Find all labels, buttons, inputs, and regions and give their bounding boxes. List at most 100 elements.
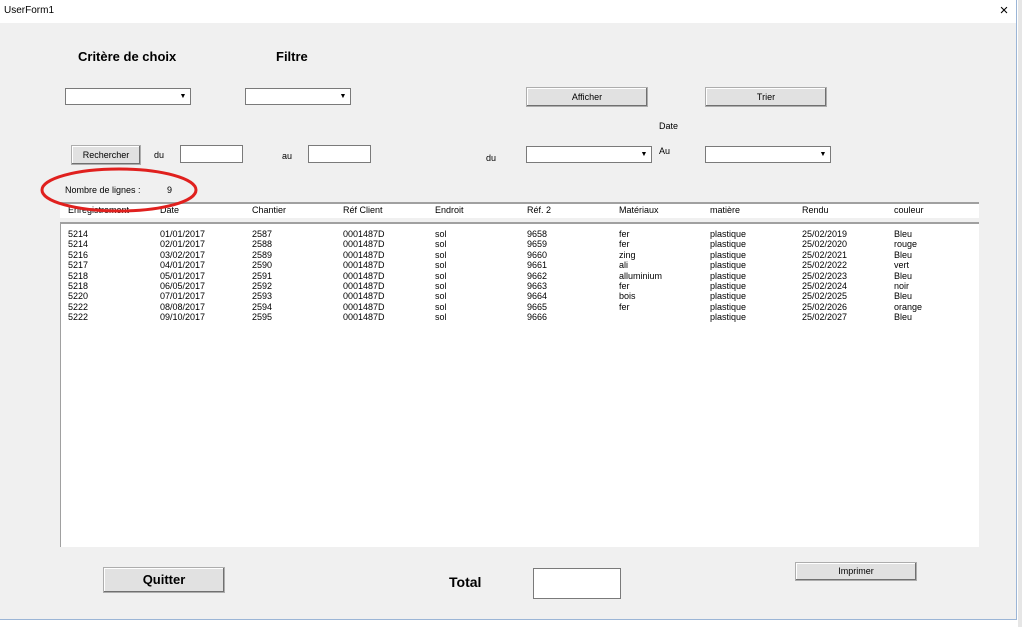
table-row[interactable]: 5222 09/10/2017 2595 0001487D sol 9666 plastiq… xyxy=(61,312,979,322)
critere-combo[interactable]: ▼ xyxy=(65,88,191,105)
table-cell: 5220 xyxy=(68,291,89,302)
table-cell: sol xyxy=(435,281,447,291)
date-du-combo[interactable]: ▼ xyxy=(526,146,652,163)
table-cell: sol xyxy=(435,249,447,260)
table-cell: 5214 xyxy=(68,229,89,239)
total-textbox[interactable] xyxy=(533,568,621,599)
table-cell: 25/02/2022 xyxy=(802,260,848,271)
table-cell: 06/05/2017 xyxy=(160,281,206,291)
table-cell: 25/02/2023 xyxy=(802,270,848,281)
background-app-strip xyxy=(1018,0,1022,627)
filtre-combo[interactable]: ▼ xyxy=(245,88,351,105)
column-header[interactable]: Endroit xyxy=(435,205,464,215)
table-cell: plastique xyxy=(710,291,747,302)
table-cell: 2589 xyxy=(252,249,273,260)
table-cell: alluminium xyxy=(619,270,663,281)
column-header[interactable]: couleur xyxy=(894,205,924,215)
table-cell: 2590 xyxy=(252,260,273,271)
table-cell: 0001487D xyxy=(343,312,385,323)
table-cell: ali xyxy=(619,260,629,271)
du-label: du xyxy=(154,150,165,160)
table-cell: vert xyxy=(894,260,910,271)
table-cell: Bleu xyxy=(894,249,913,260)
table-cell: 0001487D xyxy=(343,249,385,260)
table-row[interactable]: 5214 02/01/2017 2588 0001487D sol 9659 fer plas… xyxy=(61,239,979,249)
table-cell: Bleu xyxy=(894,312,913,323)
table-cell: 2591 xyxy=(252,270,273,281)
table-cell: 08/08/2017 xyxy=(160,301,206,312)
table-cell: 25/02/2025 xyxy=(802,291,848,302)
column-header[interactable]: Matériaux xyxy=(619,205,659,215)
date-label: Date xyxy=(659,121,679,131)
table-cell: 03/02/2017 xyxy=(160,249,206,260)
date-au-combo[interactable]: ▼ xyxy=(705,146,831,163)
chevron-down-icon[interactable]: ▼ xyxy=(177,90,189,103)
table-cell: plastique xyxy=(710,312,747,323)
column-header[interactable]: Réf. 2 xyxy=(527,205,551,215)
table-cell: 9659 xyxy=(527,239,548,250)
table-cell: 9662 xyxy=(527,270,548,281)
table-cell: 2595 xyxy=(252,312,273,323)
critere-heading: Critère de choix xyxy=(78,49,177,64)
table-cell: orange xyxy=(894,301,923,312)
column-header[interactable]: matière xyxy=(710,205,740,215)
table-row[interactable]: 5220 07/01/2017 2593 0001487D sol 9664 bois pla… xyxy=(61,291,979,301)
table-cell: 25/02/2026 xyxy=(802,301,848,312)
table-cell: 9660 xyxy=(527,249,548,260)
table-cell: plastique xyxy=(710,239,747,250)
table-cell: sol xyxy=(435,312,447,323)
results-listbox[interactable]: 5214 01/01/2017 2587 0001487D sol 9658 fer plas… xyxy=(60,222,979,547)
table-cell: 0001487D xyxy=(343,229,385,239)
table-cell: sol xyxy=(435,301,447,312)
close-icon[interactable]: × xyxy=(997,2,1011,19)
table-row[interactable]: 5216 03/02/2017 2589 0001487D sol 9660 zing pla… xyxy=(61,250,979,260)
table-cell: 2587 xyxy=(252,229,273,239)
table-cell: 0001487D xyxy=(343,301,385,312)
table-cell: 9663 xyxy=(527,281,548,291)
chevron-down-icon[interactable]: ▼ xyxy=(638,148,650,161)
table-cell: 09/10/2017 xyxy=(160,312,206,323)
table-row[interactable]: 5214 01/01/2017 2587 0001487D sol 9658 fer plas… xyxy=(61,229,979,239)
table-row[interactable]: 5217 04/01/2017 2590 0001487D sol 9661 ali plas… xyxy=(61,260,979,270)
table-cell: 2592 xyxy=(252,281,273,291)
date-au-label: Au xyxy=(659,146,671,156)
au-textbox[interactable] xyxy=(308,145,371,163)
title-bar: UserForm1 × xyxy=(0,0,1016,23)
total-label: Total xyxy=(449,574,482,590)
table-cell: 9661 xyxy=(527,260,548,271)
column-header[interactable]: Réf Client xyxy=(343,205,383,215)
chevron-down-icon[interactable]: ▼ xyxy=(337,90,349,103)
table-cell: 07/01/2017 xyxy=(160,291,206,302)
filtre-heading: Filtre xyxy=(276,49,308,64)
trier-button[interactable]: Trier xyxy=(705,87,827,107)
quitter-button[interactable]: Quitter xyxy=(103,567,225,593)
table-cell: Bleu xyxy=(894,270,913,281)
chevron-down-icon[interactable]: ▼ xyxy=(817,148,829,161)
table-row[interactable]: 5222 08/08/2017 2594 0001487D sol 9665 fer plas… xyxy=(61,302,979,312)
table-row[interactable]: 5218 05/01/2017 2591 0001487D sol 9662 allumin… xyxy=(61,271,979,281)
table-cell: 9665 xyxy=(527,301,548,312)
table-cell: 05/01/2017 xyxy=(160,270,206,281)
table-cell: 2593 xyxy=(252,291,273,302)
table-cell: 0001487D xyxy=(343,260,385,271)
imprimer-button[interactable]: Imprimer xyxy=(795,562,917,581)
table-cell: 0001487D xyxy=(343,291,385,302)
table-cell: 25/02/2019 xyxy=(802,229,848,239)
afficher-button[interactable]: Afficher xyxy=(526,87,648,107)
table-cell: Bleu xyxy=(894,291,913,302)
table-cell: sol xyxy=(435,260,447,271)
table-cell: 5214 xyxy=(68,239,89,250)
table-cell: plastique xyxy=(710,281,747,291)
table-row[interactable]: 5218 06/05/2017 2592 0001487D sol 9663 fer plas… xyxy=(61,281,979,291)
userform-window: UserForm1 × Critère de choix Filtre ▼ ▼ … xyxy=(0,0,1017,620)
table-cell: sol xyxy=(435,270,447,281)
column-header[interactable]: Rendu xyxy=(802,205,829,215)
window-title: UserForm1 xyxy=(4,5,55,16)
table-cell: 2594 xyxy=(252,301,273,312)
table-cell: 25/02/2021 xyxy=(802,249,848,260)
table-cell: 9658 xyxy=(527,229,548,239)
table-cell: 2588 xyxy=(252,239,273,250)
column-header[interactable]: Chantier xyxy=(252,205,286,215)
table-cell: sol xyxy=(435,291,447,302)
table-cell: 5217 xyxy=(68,260,89,271)
